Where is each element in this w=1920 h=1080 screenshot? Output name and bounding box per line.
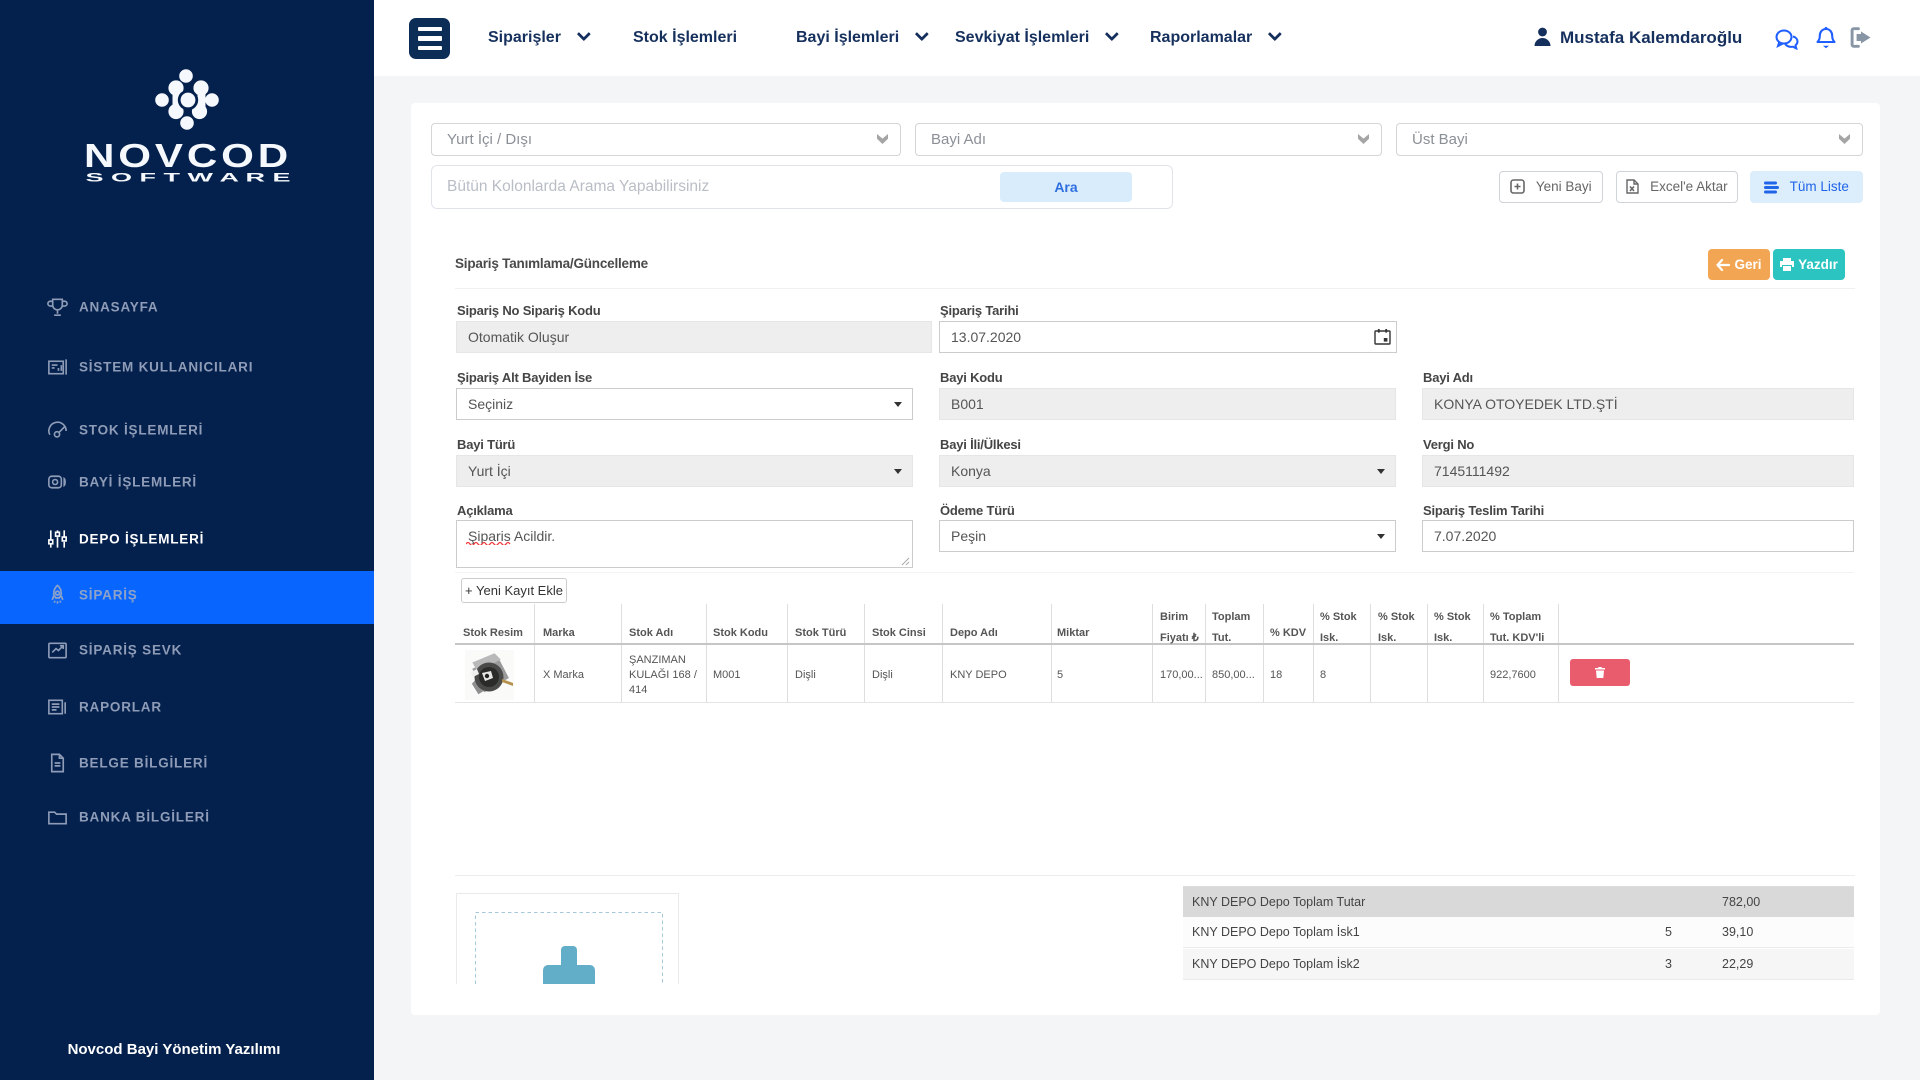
svg-text:NOVCOD: NOVCOD bbox=[84, 137, 292, 174]
svg-text:S O F T W A R E: S O F T W A R E bbox=[86, 173, 292, 185]
